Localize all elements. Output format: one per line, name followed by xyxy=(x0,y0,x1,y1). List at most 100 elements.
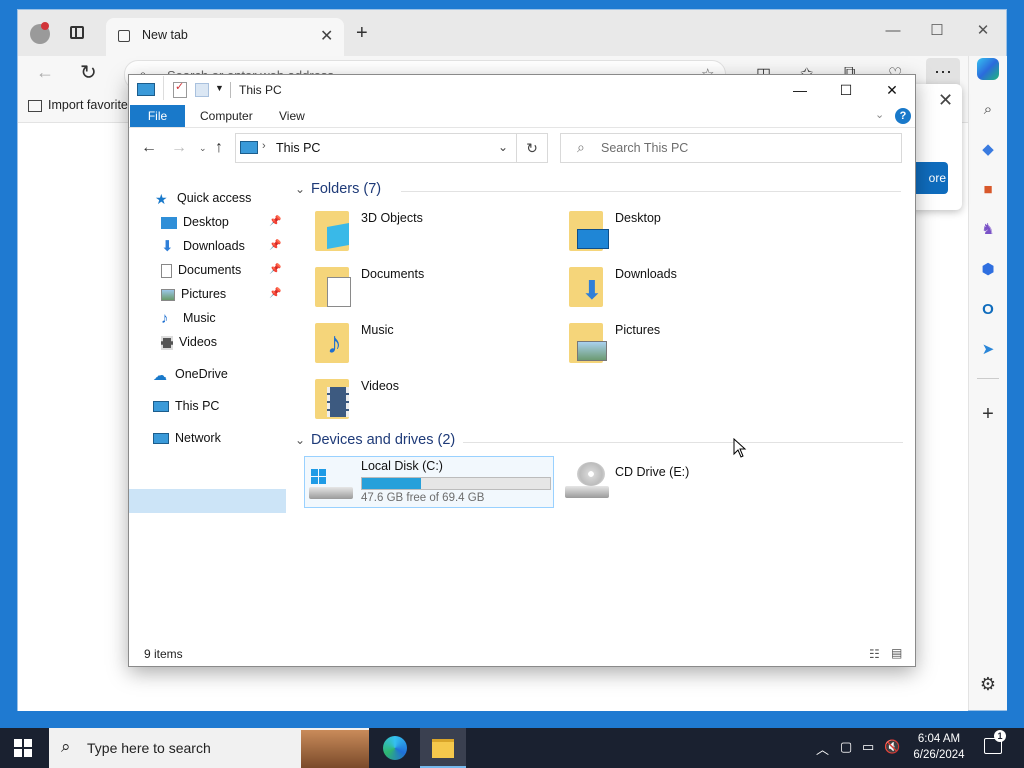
search-icon: ⌕ xyxy=(61,737,71,756)
collapse-folders-chevron-icon[interactable]: ⌄ xyxy=(295,182,305,196)
drive-local-disk-c[interactable]: Local Disk (C:) 47.6 GB free of 69.4 GB xyxy=(304,456,554,508)
sidebar-settings-gear-icon[interactable]: ⚙ xyxy=(976,672,1000,696)
shopping-tag-icon[interactable]: ◆ xyxy=(976,138,1000,162)
forward-arrow-icon[interactable]: → xyxy=(171,139,187,157)
nav-quick-access[interactable]: ★ Quick access xyxy=(155,187,251,209)
volume-muted-icon[interactable]: 🔇 xyxy=(884,739,900,755)
refresh-button[interactable]: ↻ xyxy=(516,133,548,163)
pictures-icon xyxy=(161,288,175,301)
folder-documents[interactable]: Documents xyxy=(313,263,543,313)
tab-actions-icon[interactable] xyxy=(70,26,84,39)
nav-downloads[interactable]: ⬇ Downloads 📌 xyxy=(161,235,285,257)
properties-qat-icon[interactable]: ✓ xyxy=(173,81,187,98)
ribbon-tab-computer[interactable]: Computer xyxy=(200,109,253,123)
pin-icon: 📌 xyxy=(269,288,282,299)
details-view-icon[interactable]: ☷ xyxy=(869,647,880,661)
explorer-close-button[interactable]: ✕ xyxy=(869,77,915,103)
taskbar-edge-app[interactable] xyxy=(372,728,418,768)
explorer-navigation-bar: ← → ⌄ ↑ › This PC ⌄ ↻ ⌕ Search This PC xyxy=(129,127,915,167)
show-hidden-icons-chevron-icon[interactable]: ︿ xyxy=(816,739,829,758)
taskbar-clock[interactable]: 6:04 AM 6/26/2024 xyxy=(906,731,972,763)
edge-close-button[interactable]: ✕ xyxy=(968,20,998,42)
refresh-icon[interactable]: ↻ xyxy=(80,60,97,85)
network-status-icon[interactable]: ▭ xyxy=(862,739,874,755)
3d-objects-folder-icon xyxy=(313,207,353,253)
breadcrumb-this-pc[interactable]: This PC xyxy=(276,141,320,155)
edge-icon xyxy=(383,736,407,760)
edge-minimize-button[interactable]: — xyxy=(878,20,908,42)
nav-this-pc[interactable]: This PC xyxy=(153,395,219,417)
taskbar-file-explorer-app[interactable] xyxy=(420,728,466,768)
nav-label: Desktop xyxy=(183,215,229,229)
mouse-cursor-icon xyxy=(733,438,747,458)
folder-videos[interactable]: Videos xyxy=(313,375,543,425)
explorer-search-box[interactable]: ⌕ Search This PC xyxy=(560,133,902,163)
folder-3d-objects[interactable]: 3D Objects xyxy=(313,207,543,257)
explorer-maximize-button[interactable]: ☐ xyxy=(823,77,869,103)
microsoft-365-icon[interactable]: ⬢ xyxy=(976,258,1000,282)
notification-center-icon[interactable]: 1 xyxy=(984,730,1006,754)
search-icon[interactable]: ⌕ xyxy=(976,98,1000,122)
tab-new-tab[interactable]: New tab ✕ xyxy=(106,18,344,56)
qat-customize-chevron-icon[interactable]: ▼ xyxy=(215,83,224,93)
new-folder-qat-icon[interactable] xyxy=(195,83,209,97)
games-icon[interactable]: ♞ xyxy=(976,218,1000,242)
nav-desktop[interactable]: Desktop 📌 xyxy=(161,211,285,233)
meet-now-icon[interactable]: ▢ xyxy=(840,739,852,755)
status-item-count: 9 items xyxy=(144,647,183,661)
nav-network[interactable]: Network xyxy=(153,427,221,449)
expand-ribbon-chevron-icon[interactable]: ⌄ xyxy=(875,108,884,121)
drop-send-icon[interactable]: ➤ xyxy=(976,338,1000,362)
desktop-folder-icon xyxy=(567,207,609,253)
large-icons-view-icon[interactable]: ▤ xyxy=(891,646,902,660)
folder-label: Desktop xyxy=(615,211,661,225)
ribbon-tab-view[interactable]: View xyxy=(279,109,305,123)
folders-group-header[interactable]: Folders (7) xyxy=(311,181,381,197)
devices-group-header[interactable]: Devices and drives (2) xyxy=(311,432,455,448)
start-windows-icon[interactable] xyxy=(14,739,32,757)
add-sidebar-app-icon[interactable]: + xyxy=(976,402,1000,426)
help-icon[interactable]: ? xyxy=(895,108,911,124)
close-tab-icon[interactable]: ✕ xyxy=(320,26,333,46)
folder-label: Pictures xyxy=(615,323,661,337)
clock-time: 6:04 AM xyxy=(917,733,961,745)
drive-c-name: Local Disk (C:) xyxy=(361,459,443,473)
collapse-devices-chevron-icon[interactable]: ⌄ xyxy=(295,433,305,447)
star-icon: ★ xyxy=(155,190,168,207)
outlook-icon[interactable]: O xyxy=(976,298,1000,322)
nav-music[interactable]: ♪ Music xyxy=(161,307,216,329)
drive-cd-e[interactable]: CD Drive (E:) xyxy=(561,456,761,506)
folder-pictures[interactable]: Pictures xyxy=(567,319,797,369)
nav-onedrive[interactable]: ☁ OneDrive xyxy=(153,363,228,385)
back-arrow-icon[interactable]: ← xyxy=(36,62,54,83)
taskbar-search-box[interactable]: ⌕ Type here to search xyxy=(49,728,369,768)
edge-maximize-button[interactable]: ☐ xyxy=(922,20,952,42)
film-icon xyxy=(161,335,173,350)
up-arrow-icon[interactable]: ↑ xyxy=(215,139,223,157)
recent-locations-chevron-icon[interactable]: ⌄ xyxy=(199,143,207,154)
tools-briefcase-icon[interactable]: ■ xyxy=(976,178,1000,202)
import-favorites-label: Import favorites xyxy=(48,98,135,112)
cloud-icon: ☁ xyxy=(153,366,167,383)
nav-videos[interactable]: Videos xyxy=(161,331,217,353)
address-history-chevron-icon[interactable]: ⌄ xyxy=(498,140,508,154)
explorer-address-bar[interactable]: › This PC ⌄ xyxy=(235,133,547,163)
popup-close-icon[interactable]: ✕ xyxy=(938,90,953,111)
music-note-icon: ♪ xyxy=(161,309,169,327)
folder-downloads[interactable]: ⬇ Downloads xyxy=(567,263,797,313)
nav-label: Quick access xyxy=(177,191,252,205)
back-arrow-icon[interactable]: ← xyxy=(141,139,157,157)
import-favorites-link[interactable]: Import favorites xyxy=(28,98,134,112)
folder-music[interactable]: ♪ Music xyxy=(313,319,543,369)
copilot-icon[interactable] xyxy=(977,58,999,80)
profile-avatar[interactable] xyxy=(30,22,50,44)
nav-label: This PC xyxy=(175,399,220,413)
explorer-minimize-button[interactable]: — xyxy=(777,77,823,103)
nav-documents[interactable]: Documents 📌 xyxy=(161,259,285,281)
documents-folder-icon xyxy=(313,263,353,309)
ribbon-tab-file[interactable]: File xyxy=(130,105,185,127)
new-tab-plus-icon[interactable]: + xyxy=(356,22,368,45)
folder-desktop[interactable]: Desktop xyxy=(567,207,797,257)
taskbar-search-placeholder: Type here to search xyxy=(87,740,211,756)
nav-pictures[interactable]: Pictures 📌 xyxy=(161,283,285,305)
